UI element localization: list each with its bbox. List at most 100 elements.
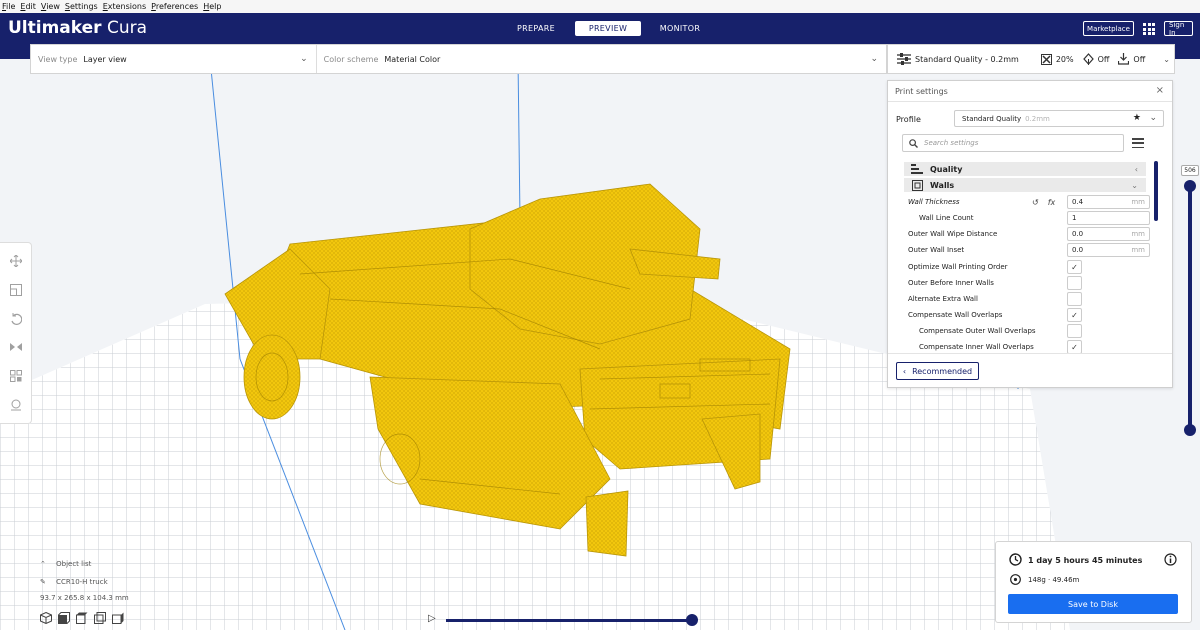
infill-summary: 20% [1040, 53, 1074, 65]
object-name: CCR10-H truck [56, 578, 108, 586]
save-to-disk-button[interactable]: Save to Disk [1008, 594, 1178, 614]
check-icon: ✓ [1071, 342, 1078, 352]
profile-name: Standard Quality [962, 114, 1022, 123]
adhesion-summary: Off [1118, 53, 1145, 65]
close-icon[interactable]: × [1156, 85, 1164, 96]
search-input[interactable]: Search settings [902, 134, 1124, 152]
layer-slider-upper-handle[interactable] [1184, 180, 1196, 192]
apps-grid-icon[interactable] [1143, 23, 1155, 35]
clock-icon [1009, 553, 1022, 566]
profile-select[interactable]: Standard Quality 0.2mm ★ ⌄ [954, 110, 1164, 127]
category-walls[interactable]: Walls ⌄ [904, 178, 1146, 192]
settings-scrollbar[interactable] [1154, 161, 1158, 221]
layer-slider-lower-handle[interactable] [1184, 424, 1196, 436]
settings-menu-icon[interactable] [1132, 138, 1144, 148]
brand-bold: Ultimaker [8, 18, 102, 38]
star-icon[interactable]: ★ [1133, 113, 1141, 123]
left-view-icon[interactable] [94, 612, 106, 624]
reset-icon[interactable]: ↺ [1032, 198, 1039, 207]
path-slider-track[interactable] [446, 619, 692, 622]
field-value: 1 [1072, 214, 1077, 222]
play-icon[interactable]: ▷ [428, 613, 436, 624]
setting-row: Alternate Extra Wall [888, 291, 1158, 307]
menu-file[interactable]: File [2, 2, 15, 11]
outer-wall-wipe-distance-input[interactable]: 0.0 mm [1067, 227, 1150, 241]
tab-monitor[interactable]: MONITOR [647, 21, 713, 36]
alternate-extra-wall-checkbox[interactable] [1067, 292, 1082, 306]
function-icon[interactable]: fx [1048, 198, 1056, 207]
infill-icon [1040, 53, 1052, 65]
recommended-button[interactable]: ‹ Recommended [896, 362, 979, 380]
front-view-icon[interactable] [58, 612, 70, 624]
support-value: Off [1097, 54, 1110, 64]
chevron-left-icon: ‹ [1134, 164, 1138, 174]
wall-thickness-input[interactable]: 0.4 mm [1067, 195, 1150, 209]
recommended-label: Recommended [912, 366, 973, 376]
menu-settings[interactable]: Settings [65, 2, 98, 11]
compensate-inner-overlaps-checkbox[interactable]: ✓ [1067, 340, 1082, 354]
brand-light: Cura [106, 18, 148, 38]
move-tool-icon[interactable] [8, 253, 24, 269]
print-setup-selector[interactable]: Standard Quality - 0.2mm 20% Off Off ⌄ [887, 44, 1175, 74]
field-value: 0.0 [1072, 246, 1084, 254]
setting-name: Outer Before Inner Walls [908, 279, 994, 287]
layer-slider-track[interactable] [1188, 186, 1192, 429]
path-slider-handle[interactable] [686, 614, 698, 626]
chevron-up-icon: ⌃ [40, 560, 46, 568]
rotate-tool-icon[interactable] [8, 311, 24, 327]
infill-value: 20% [1055, 54, 1074, 64]
setting-row: Wall Line Count 1 [888, 210, 1158, 226]
optimize-wall-order-checkbox[interactable]: ✓ [1067, 260, 1082, 274]
menu-help[interactable]: Help [203, 2, 221, 11]
panel-title: Print settings [895, 87, 948, 96]
color-scheme-select[interactable]: Color scheme Material Color ⌄ [317, 45, 886, 73]
support-blocker-icon[interactable] [8, 397, 24, 413]
print-estimate-card: 1 day 5 hours 45 minutes 148g · 49.46m S… [995, 541, 1192, 623]
wall-line-count-input[interactable]: 1 [1067, 211, 1150, 225]
setting-name: Compensate Inner Wall Overlaps [919, 343, 1034, 351]
field-unit: mm [1131, 198, 1145, 206]
compensate-wall-overlaps-checkbox[interactable]: ✓ [1067, 308, 1082, 322]
object-list-toggle[interactable]: ⌃ Object list [40, 560, 91, 568]
per-model-settings-icon[interactable] [8, 368, 24, 384]
menu-edit[interactable]: Edit [20, 2, 36, 11]
camera-view-buttons [40, 611, 130, 625]
object-entry[interactable]: ✎ CCR10-H truck [40, 578, 108, 586]
outer-before-inner-checkbox[interactable] [1067, 276, 1082, 290]
object-list-title: Object list [56, 560, 92, 568]
scale-tool-icon[interactable] [8, 282, 24, 298]
setting-name: Wall Thickness [908, 198, 960, 206]
check-icon: ✓ [1071, 262, 1078, 272]
sign-in-button[interactable]: Sign In [1164, 21, 1193, 37]
field-unit: mm [1131, 246, 1145, 254]
field-value: 0.4 [1072, 198, 1084, 206]
chevron-down-icon: ⌄ [300, 54, 308, 64]
right-view-icon[interactable] [112, 612, 124, 624]
chevron-down-icon: ⌄ [870, 54, 878, 64]
tab-preview[interactable]: PREVIEW [575, 21, 641, 36]
search-icon [909, 138, 918, 148]
layer-number-input[interactable]: 506 [1181, 165, 1199, 176]
compensate-outer-overlaps-checkbox[interactable] [1067, 324, 1082, 338]
menubar: File Edit View Settings Extensions Prefe… [0, 0, 1200, 13]
setting-row: Wall Thickness ↺ fx 0.4 mm [888, 194, 1158, 210]
menu-view[interactable]: View [41, 2, 60, 11]
outer-wall-inset-input[interactable]: 0.0 mm [1067, 243, 1150, 257]
chevron-left-icon: ‹ [902, 366, 907, 376]
menu-extensions[interactable]: Extensions [103, 2, 146, 11]
mirror-tool-icon[interactable] [8, 339, 24, 355]
stage-tabs: PREPARE PREVIEW MONITOR [500, 21, 716, 36]
tab-prepare[interactable]: PREPARE [503, 21, 569, 36]
field-unit: mm [1131, 230, 1145, 238]
view-type-select[interactable]: View type Layer view ⌄ [31, 45, 316, 73]
top-view-icon[interactable] [76, 612, 88, 624]
info-icon[interactable] [1164, 553, 1177, 566]
menu-preferences[interactable]: Preferences [151, 2, 198, 11]
walls-icon [904, 179, 930, 191]
category-quality[interactable]: Quality ‹ [904, 162, 1146, 176]
3d-view-icon[interactable] [40, 611, 52, 625]
chevron-down-icon: ⌄ [1163, 54, 1170, 64]
marketplace-button[interactable]: Marketplace [1083, 21, 1134, 36]
setting-actions: ↺ fx [1032, 198, 1064, 207]
profile-summary: Standard Quality - 0.2mm [897, 53, 1019, 65]
